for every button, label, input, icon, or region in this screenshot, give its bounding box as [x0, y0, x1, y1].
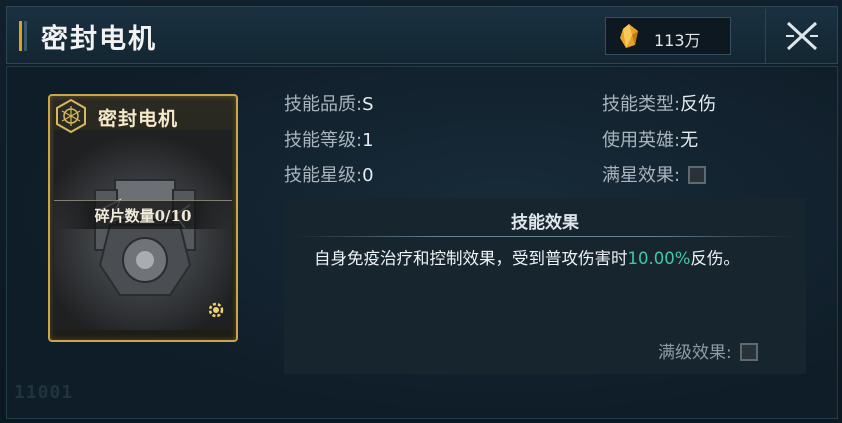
fragment-count-bar: 碎片数量0/10 [54, 200, 232, 229]
crystal-icon [620, 24, 638, 48]
effect-highlight-value: 10.00% [627, 249, 691, 268]
title-accent [19, 21, 29, 51]
skill-quality: 技能品质:S [284, 94, 374, 115]
skill-quality-value: S [362, 94, 374, 115]
effect-description: 自身免疫治疗和控制效果，受到普攻伤害时10.00%反伤。 [314, 249, 740, 268]
skill-level-value: 1 [362, 130, 374, 151]
card-name: 密封电机 [98, 108, 179, 130]
max-level-effect: 满级效果: [658, 338, 758, 363]
close-button[interactable] [765, 9, 838, 63]
mech-illustration [94, 179, 196, 296]
skill-type-value: 反伤 [680, 94, 717, 115]
max-level-checkbox[interactable] [739, 343, 758, 361]
currency-display: 113万 [605, 17, 731, 55]
fragment-count: 碎片数量0/10 [94, 207, 192, 225]
max-star-effect: 满星效果: [602, 161, 707, 187]
effect-title: 技能效果 [511, 213, 579, 233]
skill-type: 技能类型:反伤 [602, 94, 717, 115]
skill-level: 技能等级:1 [284, 130, 374, 151]
skill-hero: 使用英雄:无 [602, 130, 699, 151]
skill-effect-box: 技能效果 自身免疫治疗和控制效果，受到普攻伤害时10.00%反伤。 满级效果: [284, 198, 806, 374]
hexagon-emblem-icon [56, 98, 86, 134]
page-title: 密封电机 [41, 24, 157, 55]
gear-icon [208, 302, 224, 318]
skill-hero-value: 无 [680, 130, 699, 151]
close-icon [786, 21, 818, 51]
skill-card[interactable]: 密封电机 碎片数量0/10 [48, 94, 238, 342]
watermark: 11001 [14, 382, 74, 403]
skill-detail-window: 密封电机 113万 密封电机 碎片数量0/10 技能品质:S 技能等级:1 技能… [0, 0, 842, 423]
divider [294, 236, 796, 237]
header-bar: 密封电机 113万 [6, 6, 838, 64]
currency-amount: 113万 [654, 31, 701, 50]
skill-star-value: 0 [362, 165, 374, 186]
max-star-checkbox[interactable] [688, 166, 707, 184]
skill-star: 技能星级:0 [284, 165, 374, 186]
